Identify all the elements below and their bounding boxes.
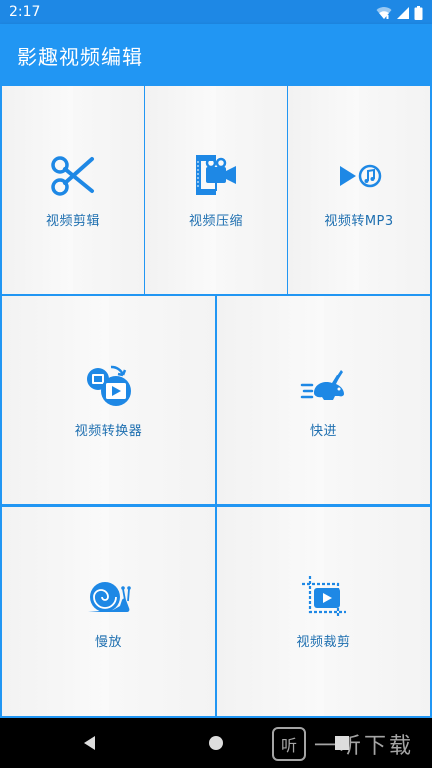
watermark-logo: 听 <box>272 727 306 761</box>
watermark: 听 一听下载 <box>272 726 414 762</box>
tile-label: 慢放 <box>94 635 122 650</box>
tile-video-converter[interactable]: 视频转换器 <box>2 296 215 504</box>
status-time: 2:17 <box>9 4 41 20</box>
tile-label: 视频转MP3 <box>324 213 394 229</box>
tile-label: 快进 <box>309 423 337 439</box>
scissors-icon <box>49 152 97 200</box>
tile-fast-forward[interactable]: 快进 <box>217 296 430 504</box>
tool-grid: 视频剪辑 视频压缩 视频转MP3 视频转换器 快进 慢放 视频裁剪 <box>0 84 432 718</box>
clamp-camera-icon <box>192 152 240 200</box>
back-icon[interactable] <box>60 718 120 768</box>
tile-video-cut[interactable]: 视频剪辑 <box>2 86 144 294</box>
app-bar: 影趣视频编辑 <box>0 24 432 84</box>
status-bar: 2:17 <box>0 0 432 24</box>
watermark-text: 一听下载 <box>314 734 415 759</box>
tile-video-crop[interactable]: 视频裁剪 <box>217 507 430 716</box>
signal-icon <box>396 5 410 24</box>
rabbit-icon <box>300 362 348 410</box>
crop-video-icon <box>300 573 348 621</box>
tile-video-compress[interactable]: 视频压缩 <box>145 86 287 294</box>
tile-label: 视频压缩 <box>188 213 243 229</box>
wifi-icon <box>376 5 392 24</box>
tile-slow-motion[interactable]: 慢放 <box>2 507 215 716</box>
tile-label: 视频转换器 <box>74 423 143 439</box>
snail-icon <box>85 573 133 621</box>
play-music-icon <box>335 152 383 200</box>
battery-icon <box>414 5 423 24</box>
tile-video-to-mp3[interactable]: 视频转MP3 <box>288 86 430 294</box>
tile-label: 视频剪辑 <box>45 213 100 229</box>
home-icon[interactable] <box>186 718 246 768</box>
status-icons <box>376 5 423 24</box>
convert-video-icon <box>85 362 133 410</box>
app-title: 影趣视频编辑 <box>17 45 143 69</box>
tile-label: 视频裁剪 <box>296 635 351 650</box>
